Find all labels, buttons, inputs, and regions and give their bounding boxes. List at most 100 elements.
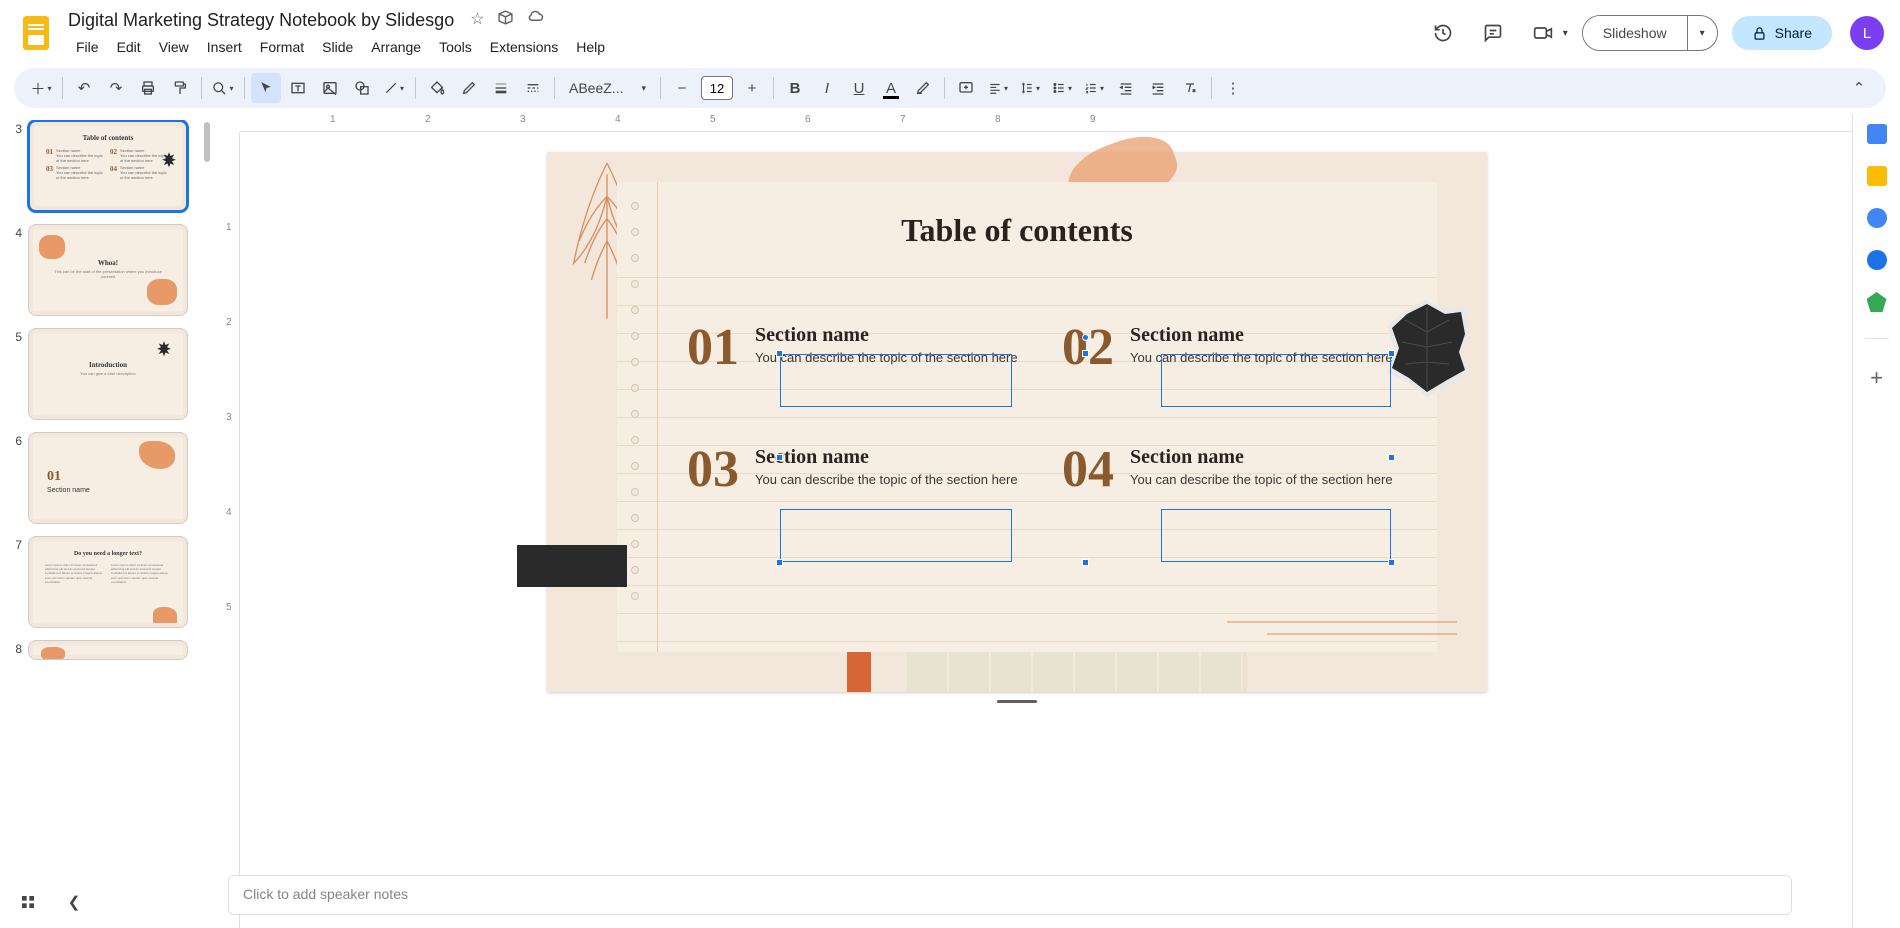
share-button[interactable]: Share	[1732, 16, 1832, 50]
history-icon[interactable]	[1425, 15, 1461, 51]
resize-handle-tr[interactable]	[1388, 350, 1395, 357]
comments-icon[interactable]	[1475, 15, 1511, 51]
resize-handle-tl[interactable]	[776, 350, 783, 357]
resize-handle-br[interactable]	[1388, 559, 1395, 566]
app-header: Digital Marketing Strategy Notebook by S…	[0, 0, 1900, 60]
scrollbar-thumb[interactable]	[204, 122, 210, 162]
print-button[interactable]	[133, 73, 163, 103]
contacts-icon[interactable]	[1867, 250, 1887, 270]
maps-icon[interactable]	[1867, 292, 1887, 312]
move-icon[interactable]	[497, 9, 514, 32]
align-button[interactable]	[983, 73, 1013, 103]
bulleted-list-button[interactable]	[1047, 73, 1077, 103]
menu-help[interactable]: Help	[568, 35, 613, 59]
more-options-button[interactable]: ⋮	[1218, 73, 1248, 103]
grid-view-button[interactable]	[14, 888, 42, 916]
font-size-input[interactable]	[701, 76, 733, 100]
slide-thumbnail-8[interactable]	[28, 640, 188, 660]
highlight-color-button[interactable]	[908, 73, 938, 103]
meet-dropdown-icon[interactable]: ▾	[1563, 28, 1568, 39]
share-label: Share	[1775, 25, 1812, 41]
select-tool-button[interactable]	[251, 73, 281, 103]
text-color-button[interactable]: A	[876, 73, 906, 103]
menu-arrange[interactable]: Arrange	[363, 35, 429, 59]
notes-resize-handle[interactable]	[997, 700, 1037, 703]
toc-section-name: Section name	[1130, 446, 1407, 469]
app-logo[interactable]	[16, 13, 56, 53]
menu-format[interactable]: Format	[252, 35, 312, 59]
clear-formatting-button[interactable]	[1175, 73, 1205, 103]
keep-icon[interactable]	[1867, 166, 1887, 186]
menu-extensions[interactable]: Extensions	[482, 35, 566, 59]
slide-canvas[interactable]: Table of contents 01 Section name You ca…	[547, 152, 1487, 692]
line-spacing-button[interactable]	[1015, 73, 1045, 103]
menu-tools[interactable]: Tools	[431, 35, 480, 59]
increase-indent-button[interactable]	[1143, 73, 1173, 103]
font-size-decrease-button[interactable]: −	[667, 73, 697, 103]
toc-number: 04	[1062, 444, 1114, 496]
resize-handle-bl[interactable]	[776, 559, 783, 566]
underline-button[interactable]: U	[844, 73, 874, 103]
zoom-button[interactable]	[208, 73, 238, 103]
redo-button[interactable]: ↷	[101, 73, 131, 103]
image-button[interactable]	[315, 73, 345, 103]
font-size-increase-button[interactable]: +	[737, 73, 767, 103]
paint-format-button[interactable]	[165, 73, 195, 103]
tasks-icon[interactable]	[1867, 208, 1887, 228]
cloud-status-icon[interactable]	[526, 9, 544, 32]
menu-insert[interactable]: Insert	[199, 35, 250, 59]
slide-thumbnail-7[interactable]: Do you need a longer text? Lorem ipsum d…	[28, 536, 188, 628]
insert-comment-button[interactable]	[951, 73, 981, 103]
speaker-notes-input[interactable]: Click to add speaker notes	[228, 875, 1792, 915]
resize-handle-mr[interactable]	[1388, 454, 1395, 461]
bold-button[interactable]: B	[780, 73, 810, 103]
slide-title[interactable]: Table of contents	[547, 212, 1487, 249]
resize-handle-bm[interactable]	[1082, 559, 1089, 566]
decoration-tape-black	[517, 545, 627, 587]
menu-file[interactable]: File	[68, 35, 107, 59]
slide-thumbnail-4[interactable]: Whoa! This can be the start of the prese…	[28, 224, 188, 316]
textbox-button[interactable]	[283, 73, 313, 103]
rotate-handle[interactable]	[1082, 334, 1089, 341]
slideshow-dropdown-icon[interactable]: ▾	[1687, 16, 1717, 50]
thumb-number: 7	[8, 536, 22, 552]
border-dash-button[interactable]	[518, 73, 548, 103]
menu-edit[interactable]: Edit	[109, 35, 149, 59]
menu-bar: File Edit View Insert Format Slide Arran…	[62, 33, 613, 59]
border-color-button[interactable]	[454, 73, 484, 103]
toc-item-2[interactable]: 02 Section name You can describe the top…	[1062, 322, 1407, 374]
border-weight-button[interactable]	[486, 73, 516, 103]
star-icon[interactable]: ☆	[470, 9, 484, 32]
new-slide-button[interactable]: ＋	[26, 73, 56, 103]
document-title[interactable]: Digital Marketing Strategy Notebook by S…	[62, 8, 460, 33]
collapse-toolbar-button[interactable]: ⌃	[1844, 73, 1874, 103]
resize-handle-ml[interactable]	[776, 454, 783, 461]
slideshow-button[interactable]: Slideshow	[1583, 16, 1687, 50]
thumb-number: 3	[8, 120, 22, 136]
italic-button[interactable]: I	[812, 73, 842, 103]
add-addon-button[interactable]: +	[1870, 365, 1883, 391]
toc-item-4[interactable]: 04 Section name You can describe the top…	[1062, 444, 1407, 496]
account-avatar[interactable]: L	[1850, 16, 1884, 50]
toc-number: 02	[1062, 322, 1114, 374]
numbered-list-button[interactable]	[1079, 73, 1109, 103]
fill-color-button[interactable]	[422, 73, 452, 103]
toc-item-3[interactable]: 03 Section name You can describe the top…	[687, 444, 1032, 496]
font-family-dropdown[interactable]: ABeeZ...▾	[561, 73, 654, 103]
line-button[interactable]	[379, 73, 409, 103]
menu-view[interactable]: View	[151, 35, 197, 59]
collapse-filmstrip-button[interactable]: ❮	[60, 888, 88, 916]
calendar-icon[interactable]	[1867, 124, 1887, 144]
toc-item-1[interactable]: 01 Section name You can describe the top…	[687, 322, 1032, 374]
undo-button[interactable]: ↶	[69, 73, 99, 103]
decrease-indent-button[interactable]	[1111, 73, 1141, 103]
toc-grid: 01 Section name You can describe the top…	[687, 322, 1407, 496]
menu-slide[interactable]: Slide	[314, 35, 361, 59]
horizontal-ruler[interactable]: 1 2 3 4 5 6 7 8 9	[240, 114, 1852, 132]
resize-handle-tm[interactable]	[1082, 350, 1089, 357]
slide-thumbnail-6[interactable]: 01 Section name	[28, 432, 188, 524]
slide-thumbnail-3[interactable]: Table of contents 01Section nameYou can …	[28, 120, 188, 212]
shape-button[interactable]	[347, 73, 377, 103]
meet-icon[interactable]	[1525, 15, 1561, 51]
slide-thumbnail-5[interactable]: Introduction You can give a brief descri…	[28, 328, 188, 420]
